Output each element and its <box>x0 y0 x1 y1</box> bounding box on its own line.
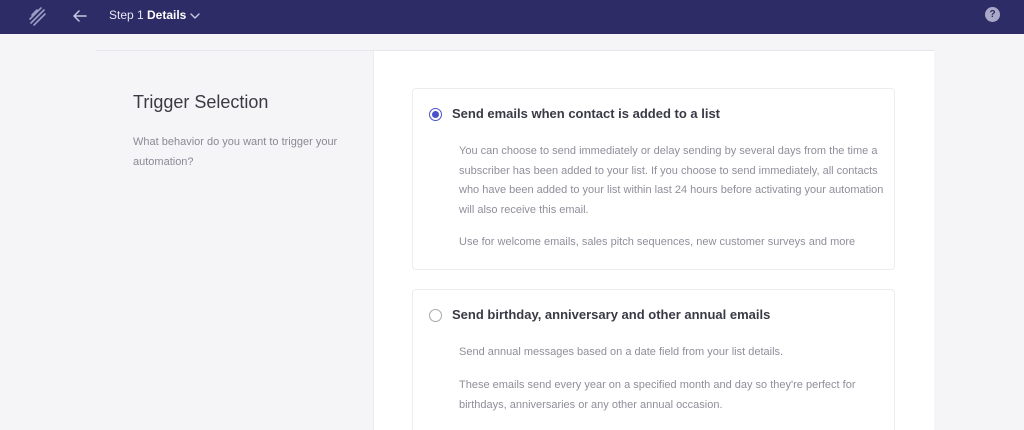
option-title[interactable]: Send emails when contact is added to a l… <box>452 106 720 121</box>
radio-button[interactable] <box>429 309 442 322</box>
option-title[interactable]: Send birthday, anniversary and other ann… <box>452 307 770 322</box>
back-arrow-icon[interactable] <box>70 6 90 26</box>
option-description: Send annual messages based on a date fie… <box>459 346 784 358</box>
trigger-option-list-added[interactable]: Send emails when contact is added to a l… <box>412 88 895 270</box>
step-number-label: Step 1 <box>109 8 144 22</box>
option-use-cases: Use for welcome emails, sales pitch sequ… <box>459 236 856 248</box>
help-icon[interactable]: ? <box>985 7 1000 22</box>
option-use-cases: These emails send every year on a specif… <box>459 379 856 411</box>
trigger-option-annual-emails[interactable]: Send birthday, anniversary and other ann… <box>412 289 895 430</box>
option-description: You can choose to send immediately or de… <box>459 145 884 216</box>
section-title: Trigger Selection <box>133 92 269 112</box>
radio-button-selected[interactable] <box>429 108 442 121</box>
brand-logo-icon[interactable] <box>27 5 47 27</box>
top-navigation-bar: Step 1 Details ? <box>0 0 1024 34</box>
step-title[interactable]: Details <box>147 8 186 22</box>
section-description: What behavior do you want to trigger you… <box>133 136 338 168</box>
chevron-down-icon[interactable] <box>189 10 201 22</box>
